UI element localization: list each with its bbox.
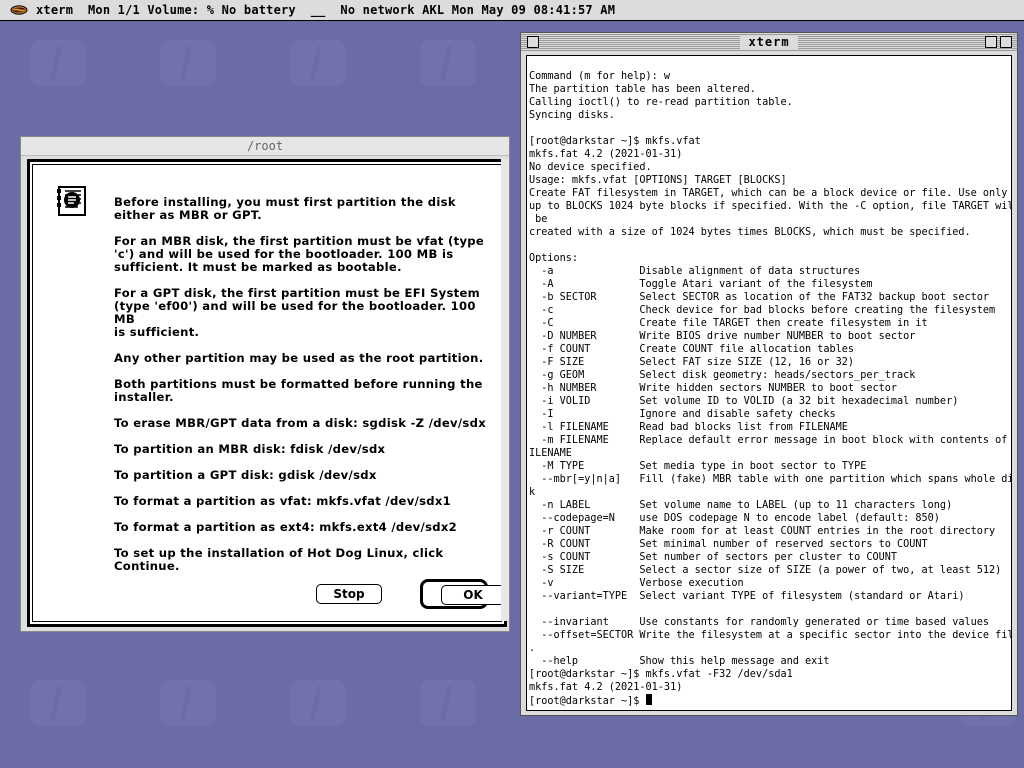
stop-button[interactable]: Stop [316,584,382,604]
ok-button[interactable]: OK [441,585,505,605]
dialog-paragraph: To format a partition as vfat: mkfs.vfat… [114,494,452,508]
menubar-status-text: xterm Mon 1/1 Volume: % No battery __ No… [36,3,616,17]
terminal-text: Command (m for help): w The partition ta… [529,71,1011,707]
xterm-title: xterm [740,35,798,49]
note-icon [57,186,86,216]
menubar: xterm Mon 1/1 Volume: % No battery __ No… [0,0,1024,21]
terminal-area[interactable]: Command (m for help): w The partition ta… [526,55,1012,711]
dialog-paragraph: To erase MBR/GPT data from a disk: sgdis… [114,416,486,430]
dialog-paragraph: To partition a GPT disk: gdisk /dev/sdx [114,468,377,482]
xterm-window: xterm Command (m for help): w The partit… [520,32,1018,716]
dialog-paragraph: For a GPT disk, the first partition must… [114,286,481,339]
dialog-scroll-edge [501,159,509,621]
terminal-cursor [645,694,652,705]
dialog-paragraph: To set up the installation of Hot Dog Li… [114,546,444,573]
root-dialog-window: /root Before installing, you must first … [20,136,510,632]
dialog-paragraph: To format a partition as ext4: mkfs.ext4… [114,520,458,534]
dialog-frame: Before installing, you must first partit… [27,159,507,627]
zoom-box-icon[interactable] [985,36,997,48]
xterm-titlebar[interactable]: xterm [521,33,1017,51]
dialog-paragraph: To partition an MBR disk: fdisk /dev/sdx [114,442,386,456]
terminal-output: Command (m for help): w The partition ta… [527,56,1011,708]
close-box-icon[interactable] [527,36,539,48]
dialog-titlebar[interactable]: /root [21,137,509,156]
dialog-title: /root [246,139,284,153]
dialog-paragraph: For an MBR disk, the first partition mus… [114,234,485,274]
dialog-message: Before installing, you must first partit… [114,196,494,586]
hotdog-menu-icon[interactable] [10,3,28,17]
dialog-paragraph: Any other partition may be used as the r… [114,351,484,365]
collapse-box-icon[interactable] [1000,36,1012,48]
dialog-paragraph: Before installing, you must first partit… [114,195,456,222]
dialog-paragraph: Both partitions must be formatted before… [114,377,483,404]
